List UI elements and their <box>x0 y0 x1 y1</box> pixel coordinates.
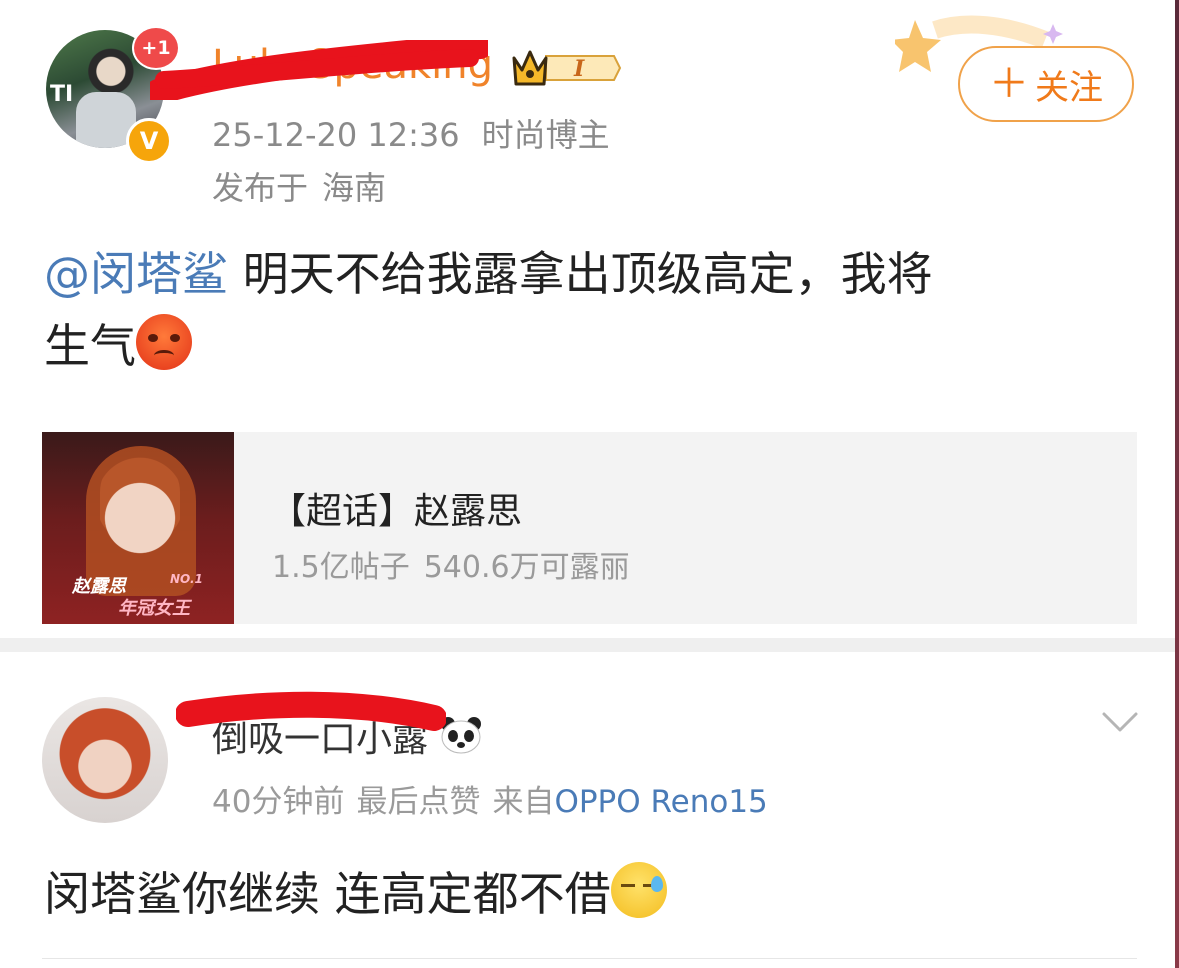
follow-label: 关注 <box>1035 67 1103 108</box>
plus-icon: ＋ <box>989 61 1029 107</box>
avatar-shirt-text: TI <box>50 82 74 107</box>
comment-text-content: 闵塔鲨你继续 连高定都不借 <box>44 867 611 921</box>
follow-button[interactable]: ＋ 关注 <box>958 46 1134 122</box>
sweat-face-icon <box>610 862 667 918</box>
comment-time: 40分钟前 <box>212 784 345 820</box>
vip-level-text: I <box>573 56 585 82</box>
mention-link[interactable]: @闵塔鲨 <box>44 247 228 301</box>
redaction-scribble-2 <box>176 691 446 731</box>
comment-device[interactable]: OPPO Reno15 <box>554 784 767 820</box>
topic-card[interactable]: 赵露思 年冠女王 NO.1 【超话】赵露思 1.5亿帖子 540.6万可露丽 <box>42 432 1137 624</box>
vip-crown-icon: I <box>512 50 622 86</box>
topic-image-rank: NO.1 <box>170 572 203 586</box>
comment-avatar[interactable] <box>42 697 168 823</box>
topic-fans: 540.6万可露丽 <box>423 550 630 585</box>
comment-from: 来自 <box>492 784 555 820</box>
post-role: 时尚博主 <box>481 116 610 154</box>
verified-icon: V <box>126 118 172 164</box>
post-location: 发布于 海南 <box>212 163 386 209</box>
comment-last-like: 最后点赞 <box>356 784 481 820</box>
topic-stats: 1.5亿帖子 540.6万可露丽 <box>272 542 630 586</box>
topic-posts: 1.5亿帖子 <box>272 550 410 585</box>
topic-image: 赵露思 年冠女王 NO.1 <box>42 432 234 624</box>
comment-text: 闵塔鲨你继续 连高定都不借 <box>44 858 667 924</box>
topic-image-face <box>100 452 180 562</box>
topic-title: 【超话】赵露思 <box>270 491 523 532</box>
post-date: 25-12-20 12:36 <box>212 116 460 154</box>
published-prefix: 发布于 <box>212 169 309 207</box>
panda-icon <box>441 717 482 754</box>
topic-image-caption: 年冠女王 <box>118 598 190 619</box>
post-text: @闵塔鲨 明天不给我露拿出顶级高定，我将 生气 <box>44 238 1134 382</box>
post-meta: 25-12-20 12:36 时尚博主 <box>212 110 610 156</box>
section-divider <box>0 638 1179 652</box>
angry-face-icon <box>136 314 192 370</box>
post-text-part2: 生气 <box>44 319 136 373</box>
screen-edge <box>1175 0 1179 968</box>
redaction-scribble <box>150 40 488 100</box>
post-text-part1: 明天不给我露拿出顶级高定，我将 <box>228 247 933 301</box>
chevron-down-icon[interactable] <box>1100 708 1140 736</box>
comment-meta: 40分钟前 最后点赞 来自OPPO Reno15 <box>212 776 768 821</box>
location-name: 海南 <box>322 169 387 207</box>
bottom-divider <box>42 958 1137 959</box>
